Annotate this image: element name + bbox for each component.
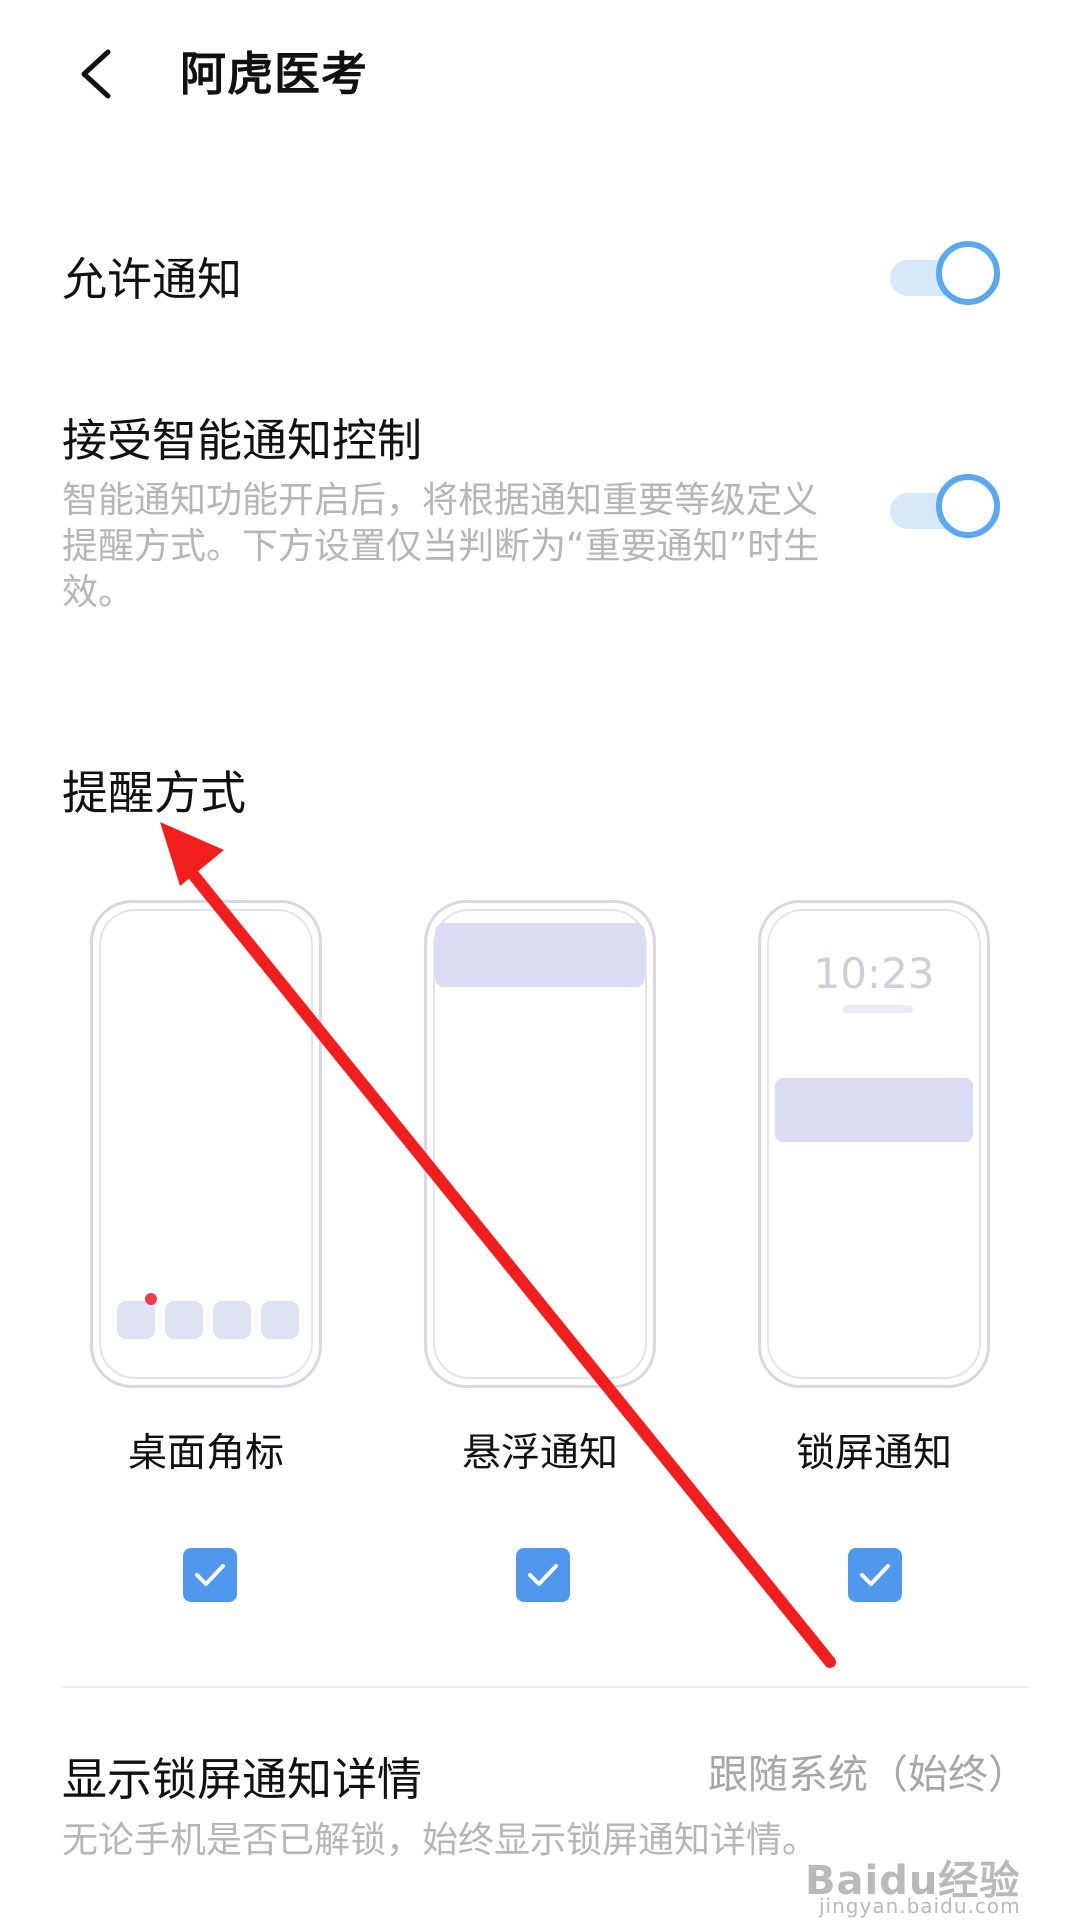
annotation-arrow (160, 822, 836, 1668)
